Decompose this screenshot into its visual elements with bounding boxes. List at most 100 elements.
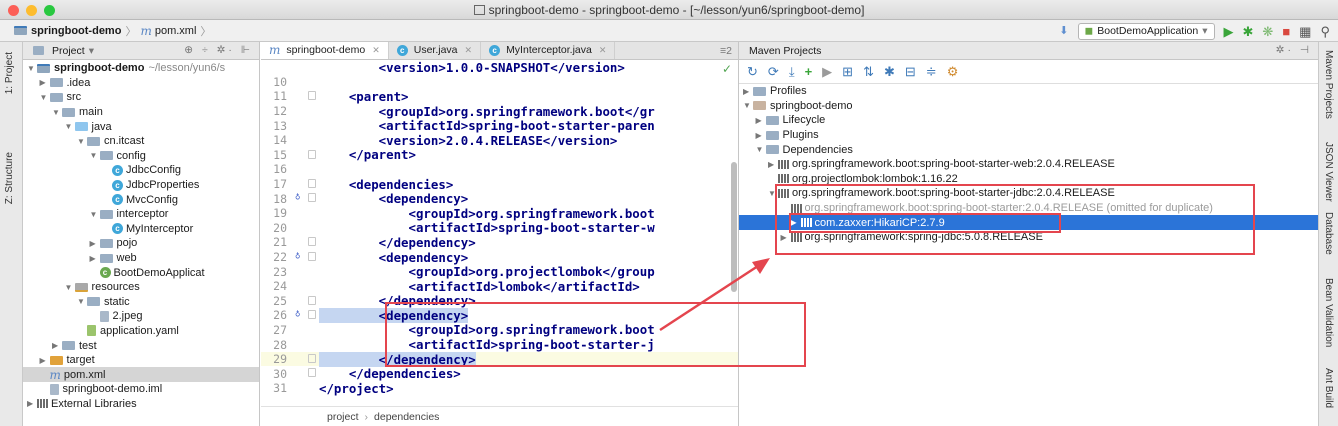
- maven-tree-item[interactable]: ▼ springboot-demo: [739, 99, 1318, 114]
- settings-icon[interactable]: ⚙: [947, 64, 959, 80]
- code-line[interactable]: 15 </parent>: [261, 147, 738, 162]
- tree-item[interactable]: ▶ test: [23, 338, 259, 353]
- maven-tree-item[interactable]: org.springframework.boot:spring-boot-sta…: [739, 201, 1318, 216]
- ant-build-tool-tab[interactable]: Ant Build: [1323, 368, 1334, 408]
- tree-item[interactable]: ▼ springboot-demo ~/lesson/yun6/s: [23, 61, 259, 76]
- download-icon[interactable]: ⤓: [789, 64, 795, 80]
- stop-icon[interactable]: ■: [1282, 25, 1290, 38]
- expand-arrow-icon[interactable]: ▼: [27, 64, 37, 73]
- expand-arrow-icon[interactable]: ▼: [743, 101, 753, 110]
- collapse-arrow-icon[interactable]: ▶: [791, 218, 801, 227]
- chevron-down-icon[interactable]: ▾: [89, 45, 94, 57]
- editor-scrollbar[interactable]: [731, 162, 737, 292]
- tree-item[interactable]: ▼ resources: [23, 280, 259, 295]
- breadcrumb-file[interactable]: m pom.xml: [140, 24, 196, 38]
- tree-item[interactable]: springboot-demo.iml: [23, 382, 259, 397]
- skip-tests-icon[interactable]: ✱: [884, 64, 895, 80]
- fold-marker-icon[interactable]: [308, 310, 316, 320]
- add-icon[interactable]: +: [805, 64, 813, 79]
- bean-validation-tool-tab[interactable]: Bean Validation: [1323, 278, 1334, 347]
- code-line[interactable]: 13 <artifactId>spring-boot-starter-paren: [261, 118, 738, 133]
- code-line[interactable]: 14 <version>2.0.4.RELEASE</version>: [261, 133, 738, 148]
- code-line[interactable]: 12 <groupId>org.springframework.boot</gr: [261, 104, 738, 119]
- project-structure-icon[interactable]: ▦: [1299, 25, 1311, 38]
- tree-item[interactable]: ▼ main: [23, 105, 259, 120]
- code-line[interactable]: 30 </dependencies>: [261, 366, 738, 381]
- fold-marker-icon[interactable]: [308, 149, 316, 159]
- tree-item[interactable]: application.yaml: [23, 324, 259, 339]
- collapse-arrow-icon[interactable]: ▶: [40, 78, 50, 87]
- collapse-arrow-icon[interactable]: ▶: [52, 341, 62, 350]
- debug-icon[interactable]: ✱: [1243, 25, 1254, 38]
- editor-tab[interactable]: c MyInterceptor.java ✕: [481, 42, 616, 59]
- code-line[interactable]: 16: [261, 162, 738, 177]
- collapse-arrow-icon[interactable]: ▶: [781, 233, 791, 242]
- maven-tree-item[interactable]: ▶ Profiles: [739, 84, 1318, 99]
- tree-item[interactable]: ▼ src: [23, 90, 259, 105]
- maven-tree-item[interactable]: ▼ org.springframework.boot:spring-boot-st…: [739, 186, 1318, 201]
- collapse-arrow-icon[interactable]: ▶: [756, 131, 766, 140]
- code-line[interactable]: 21 </dependency>: [261, 235, 738, 250]
- tree-item[interactable]: 2.jpeg: [23, 309, 259, 324]
- execute-goal-icon[interactable]: ⊞: [842, 64, 853, 80]
- code-line[interactable]: 27 <groupId>org.springframework.boot: [261, 322, 738, 337]
- code-line[interactable]: 22 ♁ <dependency>: [261, 250, 738, 265]
- fold-marker-icon[interactable]: [308, 193, 316, 203]
- editor-code-area[interactable]: <version>1.0.0-SNAPSHOT</version> 10 11 <p…: [261, 60, 738, 396]
- fold-marker-icon[interactable]: [308, 178, 316, 188]
- show-dependencies-icon[interactable]: ⊟: [905, 64, 916, 80]
- run-configuration-select[interactable]: ◼ BootDemoApplication ▾: [1077, 22, 1215, 40]
- expand-arrow-icon[interactable]: ▼: [52, 108, 62, 117]
- fold-marker-icon[interactable]: [308, 91, 316, 101]
- build-icon[interactable]: ⬇︎: [1059, 25, 1068, 37]
- tree-item[interactable]: ▼ static: [23, 295, 259, 310]
- tree-item[interactable]: ▼ config: [23, 149, 259, 164]
- collapse-arrow-icon[interactable]: ▶: [27, 399, 37, 408]
- maven-tree-item[interactable]: ▶ Lifecycle: [739, 113, 1318, 128]
- maven-tree-item[interactable]: ▶ com.zaxxer:HikariCP:2.7.9: [739, 215, 1318, 230]
- reimport-icon[interactable]: ↻: [747, 64, 758, 80]
- expand-arrow-icon[interactable]: ▼: [768, 189, 778, 198]
- editor-breadcrumb-dependencies[interactable]: dependencies: [374, 411, 439, 423]
- editor-breadcrumb-project[interactable]: project: [327, 411, 359, 423]
- expand-arrow-icon[interactable]: ▼: [65, 283, 75, 292]
- code-line[interactable]: 31 </project>: [261, 381, 738, 396]
- maven-projects-tool-tab[interactable]: Maven Projects: [1323, 50, 1334, 119]
- collapse-arrow-icon[interactable]: ▶: [90, 239, 100, 248]
- code-line[interactable]: 17 <dependencies>: [261, 177, 738, 192]
- collapse-arrow-icon[interactable]: ▶: [40, 356, 50, 365]
- tree-item[interactable]: ▶ target: [23, 353, 259, 368]
- maven-panel-tools[interactable]: ✲· ⊣: [1276, 44, 1312, 56]
- project-panel-tools[interactable]: ⊕ ÷ ✲· ⊩: [184, 44, 253, 56]
- fold-marker-icon[interactable]: [308, 353, 316, 363]
- project-view-title[interactable]: Project: [52, 45, 85, 57]
- expand-arrow-icon[interactable]: ▼: [90, 151, 100, 160]
- maven-tree-item[interactable]: org.projectlombok:lombok:1.16.22: [739, 172, 1318, 187]
- code-line[interactable]: 20 <artifactId>spring-boot-starter-w: [261, 220, 738, 235]
- close-tab-icon[interactable]: ✕: [372, 45, 380, 56]
- editor-tab[interactable]: m springboot-demo ✕: [261, 42, 389, 59]
- search-icon[interactable]: ⚲: [1320, 25, 1330, 38]
- collapse-arrow-icon[interactable]: ▶: [768, 160, 778, 169]
- tree-item[interactable]: c BootDemoApplicat: [23, 265, 259, 280]
- code-line[interactable]: 10: [261, 75, 738, 90]
- tree-item[interactable]: ▶ External Libraries: [23, 397, 259, 412]
- tree-item[interactable]: c JdbcProperties: [23, 178, 259, 193]
- dependency-marker-icon[interactable]: ♁: [295, 251, 300, 261]
- code-line[interactable]: 18 ♁ <dependency>: [261, 191, 738, 206]
- tree-item[interactable]: ▼ java: [23, 119, 259, 134]
- tab-overflow-button[interactable]: ≡2: [720, 45, 738, 57]
- expand-arrow-icon[interactable]: ▼: [756, 145, 766, 154]
- dependency-marker-icon[interactable]: ♁: [295, 309, 300, 319]
- run-icon[interactable]: ▶: [1224, 25, 1234, 38]
- expand-arrow-icon[interactable]: ▼: [77, 137, 87, 146]
- database-tool-tab[interactable]: Database: [1323, 212, 1334, 255]
- code-line[interactable]: 26 ♁ <dependency>: [261, 307, 738, 323]
- tree-item[interactable]: ▶ pojo: [23, 236, 259, 251]
- coverage-icon[interactable]: ❋: [1262, 25, 1273, 38]
- expand-arrow-icon[interactable]: ▼: [77, 297, 87, 306]
- tree-item[interactable]: ▼ interceptor: [23, 207, 259, 222]
- generate-sources-icon[interactable]: ⟳: [768, 64, 779, 80]
- code-line[interactable]: <version>1.0.0-SNAPSHOT</version>: [261, 60, 738, 75]
- structure-tool-tab[interactable]: Z: Structure: [4, 152, 15, 204]
